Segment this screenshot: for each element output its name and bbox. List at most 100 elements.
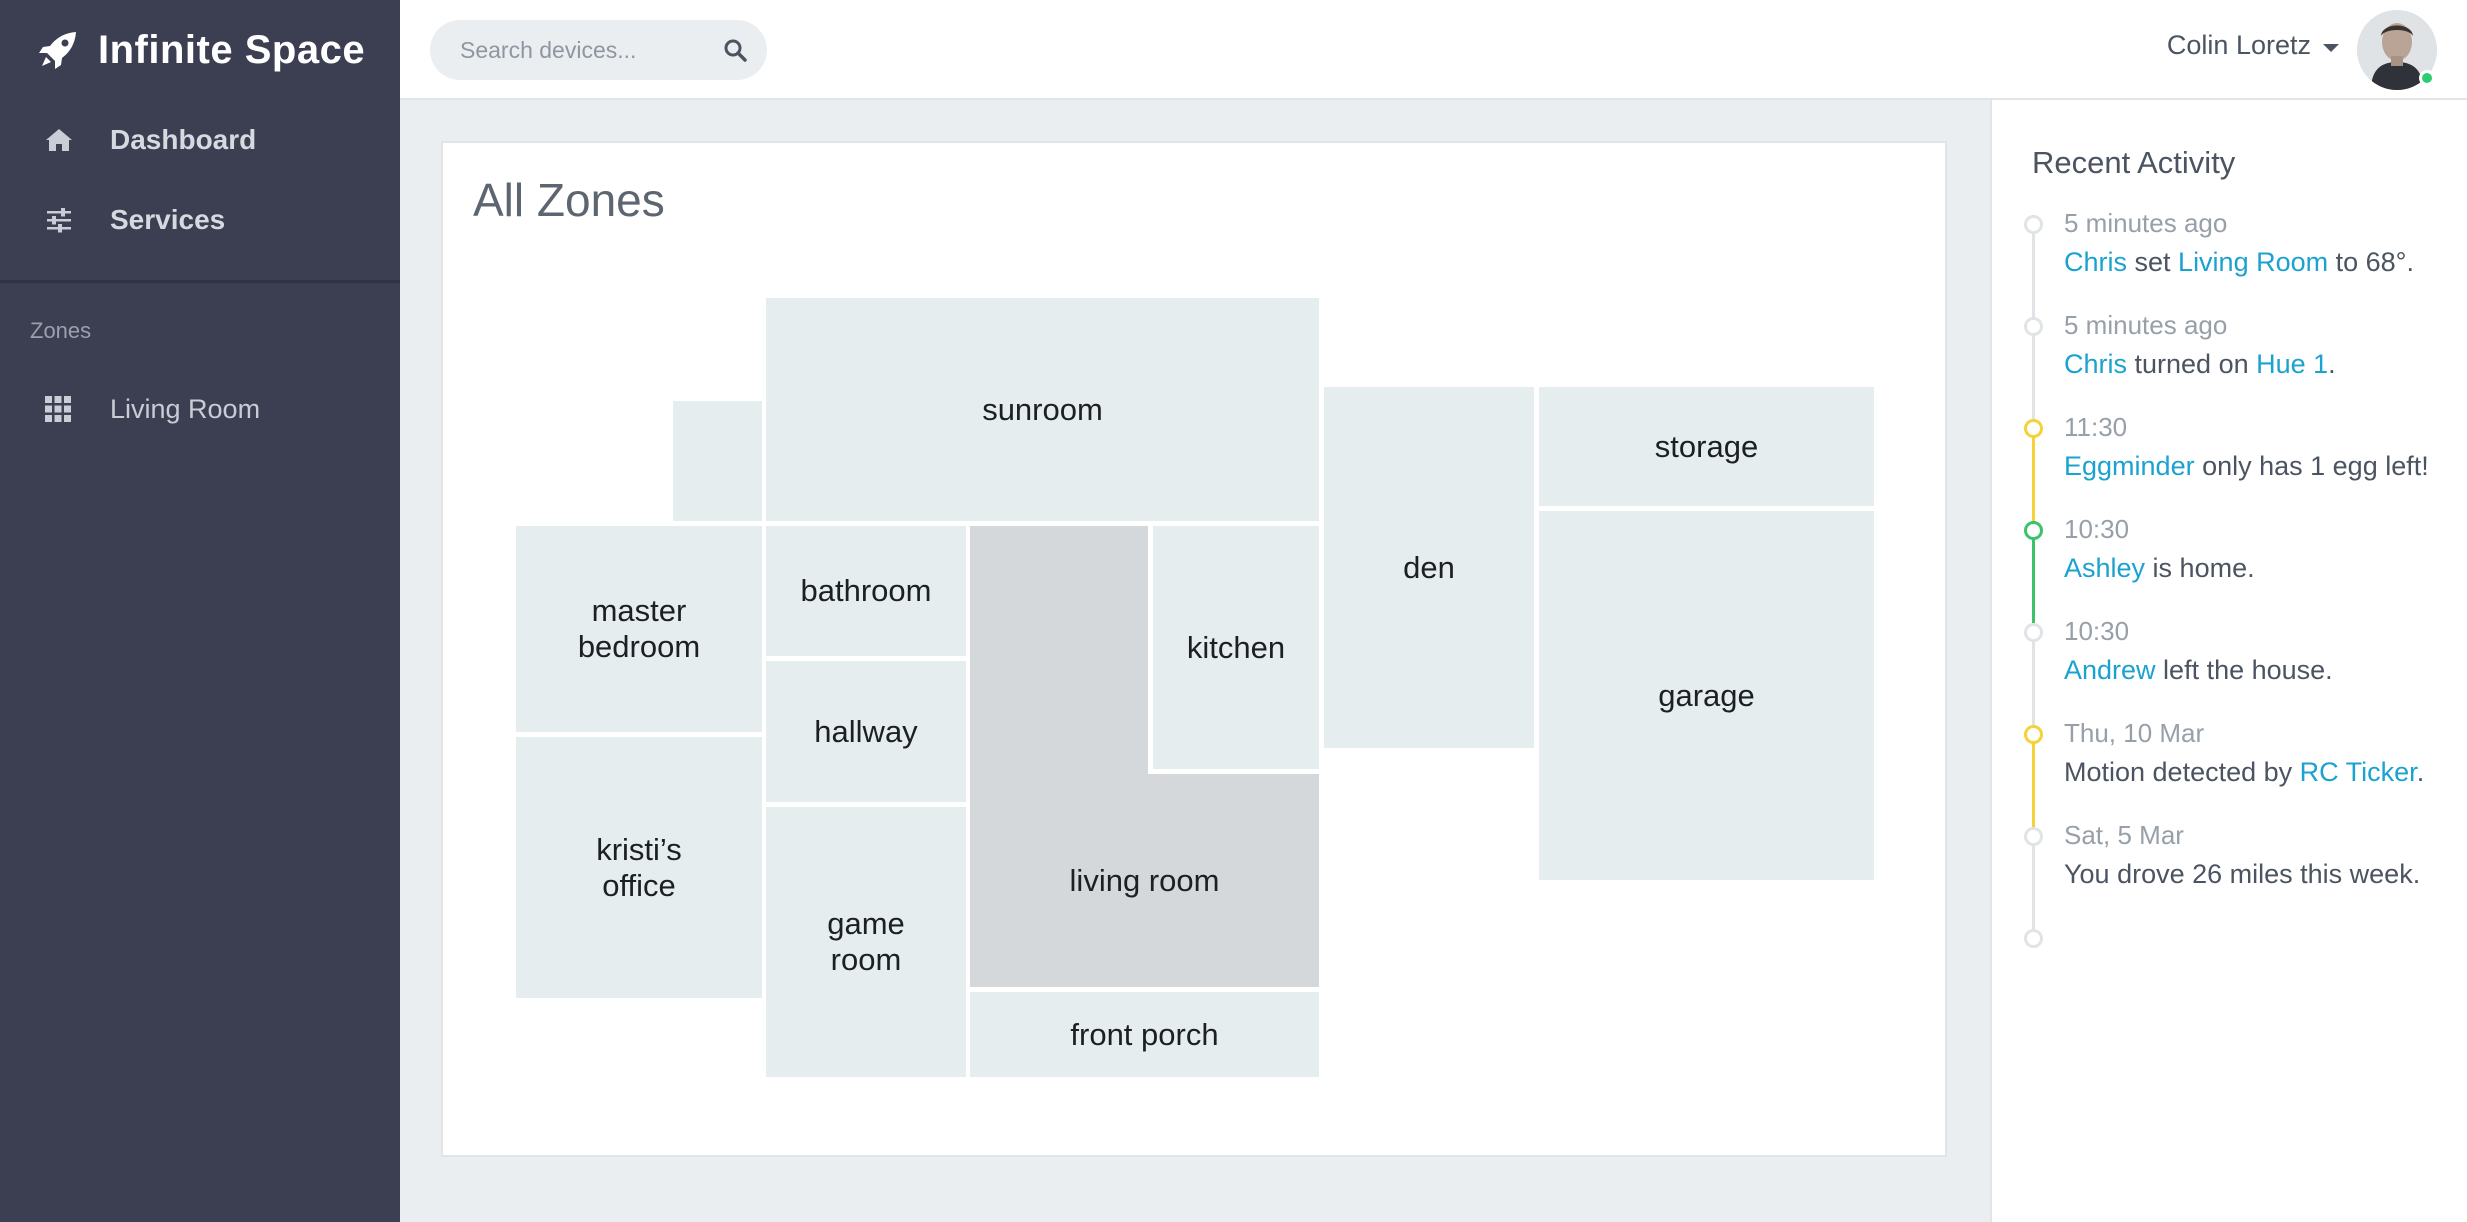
room-label: game xyxy=(827,906,905,941)
nav-label-dashboard: Dashboard xyxy=(110,124,257,155)
activity-text-part: You drove 26 miles this week. xyxy=(2064,859,2421,889)
room-label: den xyxy=(1403,549,1455,585)
zones-heading: Zones xyxy=(30,318,92,343)
activity-entry: 10:30 Ashley is home. xyxy=(2064,512,2464,590)
activity-entry: 10:30 Andrew left the house. xyxy=(2064,614,2464,692)
room-label: master xyxy=(591,593,687,628)
timeline-dot xyxy=(2024,521,2043,540)
room-kristis-office[interactable]: kristi’s office xyxy=(516,737,762,998)
room-label: sunroom xyxy=(982,391,1103,427)
room-front-porch[interactable]: front porch xyxy=(970,992,1319,1077)
search-icon[interactable] xyxy=(723,38,747,62)
activity-text-part: . xyxy=(2328,349,2336,379)
activity-title: Recent Activity xyxy=(2032,145,2236,180)
activity-link[interactable]: Chris xyxy=(2064,349,2127,379)
activity-time: Thu, 10 Mar xyxy=(2064,718,2205,748)
activity-text: You drove 26 miles this week. xyxy=(2064,852,2464,896)
search-input[interactable] xyxy=(460,36,710,64)
activity-entry: 5 minutes ago Chris turned on Hue 1. xyxy=(2064,308,2464,386)
timeline-end-dot xyxy=(2024,929,2043,948)
top-bar: Colin Loretz xyxy=(400,0,2467,100)
room-label: front porch xyxy=(1070,1016,1219,1052)
main-nav: Dashboard Services xyxy=(0,100,400,260)
activity-link[interactable]: RC Ticker xyxy=(2300,757,2417,787)
activity-panel: Recent Activity 5 minutes ago Chris set L… xyxy=(1990,100,2467,1222)
room-living-room-top[interactable] xyxy=(970,526,1148,774)
nav-label-services: Services xyxy=(110,204,226,235)
nav-item-services[interactable]: Services xyxy=(0,180,400,260)
activity-text: Chris turned on Hue 1. xyxy=(2064,342,2464,386)
room-storage[interactable]: storage xyxy=(1539,387,1874,506)
user-menu[interactable]: Colin Loretz xyxy=(2167,30,2339,61)
activity-time: 5 minutes ago xyxy=(2064,208,2228,238)
rocket-icon xyxy=(39,32,76,69)
online-status-dot xyxy=(2419,70,2435,86)
activity-link[interactable]: Hue 1 xyxy=(2256,349,2328,379)
sidebar-divider xyxy=(0,280,400,283)
activity-entry: Thu, 10 Mar Motion detected by RC Ticker. xyxy=(2064,716,2464,794)
activity-text: Motion detected by RC Ticker. xyxy=(2064,750,2464,794)
avatar-button[interactable] xyxy=(2357,10,2437,90)
activity-link[interactable]: Living Room xyxy=(2178,247,2328,277)
activity-time: 11:30 xyxy=(2064,412,2128,442)
brand[interactable]: Infinite Space xyxy=(38,22,365,78)
timeline-dot xyxy=(2024,623,2043,642)
room-garage[interactable]: garage xyxy=(1539,511,1874,880)
activity-time: 10:30 xyxy=(2064,616,2130,646)
timeline-dot xyxy=(2024,827,2043,846)
room-hallway[interactable]: hallway xyxy=(766,661,966,802)
zone-item-label: Living Room xyxy=(110,393,261,424)
zone-item-living-room[interactable]: Living Room xyxy=(0,372,400,446)
room-living-room[interactable]: living room xyxy=(970,774,1319,987)
activity-entry: Sat, 5 Mar You drove 26 miles this week. xyxy=(2064,818,2464,896)
room-closet[interactable] xyxy=(673,401,762,521)
activity-link[interactable]: Ashley xyxy=(2064,553,2145,583)
nav-item-dashboard[interactable]: Dashboard xyxy=(0,100,400,180)
room-sunroom[interactable]: sunroom xyxy=(766,298,1319,521)
grid-icon xyxy=(45,396,71,422)
search-box xyxy=(430,20,767,80)
activity-link[interactable]: Eggminder xyxy=(2064,451,2195,481)
sidebar: Infinite Space Dashboard Services Zones xyxy=(0,0,400,1222)
room-label: bedroom xyxy=(577,629,701,664)
timeline-dot xyxy=(2024,419,2043,438)
chevron-down-icon xyxy=(2323,43,2339,52)
page-title: All Zones xyxy=(473,174,665,226)
room-master-bedroom[interactable]: master bedroom xyxy=(516,526,762,732)
sliders-icon xyxy=(47,208,71,233)
room-label: storage xyxy=(1654,428,1759,464)
room-label: hallway xyxy=(814,713,918,749)
timeline-dot xyxy=(2024,215,2043,234)
activity-time: 5 minutes ago xyxy=(2064,310,2228,340)
room-label: garage xyxy=(1658,677,1755,713)
activity-text: Eggminder only has 1 egg left! xyxy=(2064,444,2464,488)
activity-text-part: left the house. xyxy=(2155,655,2333,685)
room-label: bathroom xyxy=(800,573,932,608)
room-label: kitchen xyxy=(1186,629,1286,665)
activity-time: 10:30 xyxy=(2064,514,2130,544)
activity-text-part: Motion detected by xyxy=(2064,757,2300,787)
room-label: living room xyxy=(1069,862,1220,898)
activity-text-part: turned on xyxy=(2127,349,2257,379)
timeline-dot xyxy=(2024,725,2043,744)
activity-entry: 5 minutes ago Chris set Living Room to 68… xyxy=(2064,206,2464,284)
activity-text-part: only has 1 egg left! xyxy=(2194,451,2429,481)
activity-entry: 11:30 Eggminder only has 1 egg left! xyxy=(2064,410,2464,488)
activity-text-part: is home. xyxy=(2145,553,2255,583)
activity-link[interactable]: Chris xyxy=(2064,247,2127,277)
room-label: kristi’s xyxy=(596,831,682,867)
room-bathroom[interactable]: bathroom xyxy=(766,526,966,656)
zones-card: All Zones sunroom master bedroom kristi’s… xyxy=(441,141,1947,1157)
activity-text: Andrew left the house. xyxy=(2064,648,2464,692)
activity-link[interactable]: Andrew xyxy=(2064,655,2156,685)
room-den[interactable]: den xyxy=(1324,387,1534,748)
activity-text-part: set xyxy=(2127,247,2179,277)
activity-time: Sat, 5 Mar xyxy=(2064,820,2184,850)
room-kitchen[interactable]: kitchen xyxy=(1153,526,1319,769)
app-name: Infinite Space xyxy=(98,27,366,72)
activity-text: Ashley is home. xyxy=(2064,546,2464,590)
room-game-room[interactable]: game room xyxy=(766,807,966,1077)
home-icon xyxy=(46,129,72,151)
timeline-dot xyxy=(2024,317,2043,336)
room-label: office xyxy=(602,867,676,903)
